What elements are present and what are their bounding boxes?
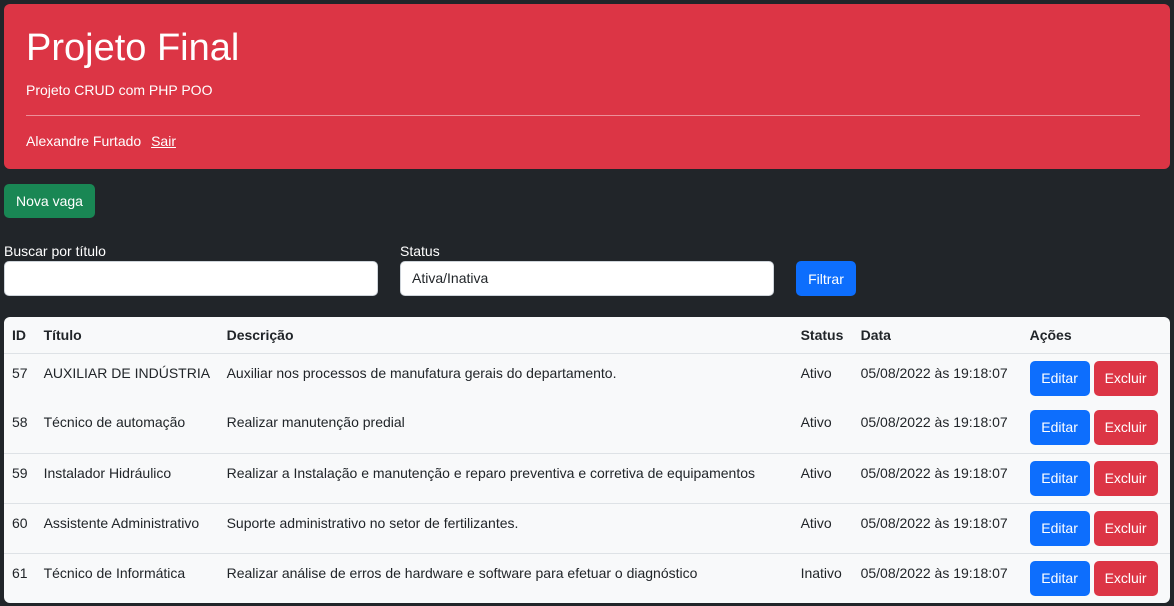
edit-button[interactable]: Editar [1029, 360, 1090, 396]
user-name: Alexandre Furtado [26, 133, 142, 149]
new-vacancy-button[interactable]: Nova vaga [4, 184, 95, 218]
table-header-row: ID Título Descrição Status Data Ações [4, 317, 1170, 354]
cell-actions: Editar Excluir [1021, 403, 1170, 454]
column-header-title: Título [35, 317, 219, 354]
logout-link[interactable]: Sair [151, 133, 176, 149]
edit-button[interactable]: Editar [1029, 410, 1090, 445]
cell-description: Realizar a Instalação e manutenção e rep… [218, 453, 793, 504]
search-input[interactable] [4, 261, 378, 296]
header-divider [26, 115, 1140, 116]
cell-id: 57 [12, 364, 28, 381]
page-title: Projeto Final [26, 27, 240, 69]
delete-button[interactable]: Excluir [1093, 560, 1158, 596]
cell-id: 60 [4, 503, 36, 554]
cell-status: Inativo [800, 564, 842, 581]
cell-date: 05/08/2022 às 19:18:07 [852, 403, 1022, 454]
page-header: Projeto Final Projeto CRUD com PHP POO A… [4, 4, 1170, 169]
cell-actions: Editar Excluir [1022, 353, 1170, 403]
delete-button[interactable]: Excluir [1093, 510, 1158, 546]
filter-button[interactable]: Filtrar [796, 261, 856, 296]
cell-status: Ativo [792, 453, 853, 504]
column-header-date: Data [852, 317, 1022, 354]
column-header-actions: Ações [1021, 317, 1170, 354]
user-info: Alexandre Furtado Sair [26, 133, 1148, 149]
cell-id: 59 [4, 453, 36, 504]
column-header-description: Descrição [218, 317, 793, 354]
edit-button[interactable]: Editar [1029, 460, 1090, 496]
table-row: 57 AUXILIAR DE INDÚSTRIA Auxiliar nos pr… [4, 353, 1170, 403]
cell-title: Instalador Hidráulico [35, 453, 219, 504]
cell-date: 05/08/2022 às 19:18:07 [852, 453, 1022, 504]
delete-button[interactable]: Excluir [1093, 460, 1158, 496]
edit-button[interactable]: Editar [1029, 510, 1090, 546]
cell-title: Técnico de Informática [43, 564, 186, 581]
table-row: 58 Técnico de automação Realizar manuten… [4, 403, 1170, 454]
cell-status: Ativo [792, 503, 853, 554]
cell-actions: Editar Excluir [1021, 453, 1170, 504]
table-row: 59 Instalador Hidráulico Realizar a Inst… [4, 453, 1170, 504]
vacancies-table: ID Título Descrição Status Data Ações 57… [4, 317, 1170, 603]
cell-title: Técnico de automação [35, 403, 219, 454]
status-select[interactable]: Ativa/Inativa [400, 261, 774, 296]
table-row: 60 Assistente Administrativo Suporte adm… [4, 503, 1170, 554]
status-label: Status [400, 243, 440, 259]
cell-description: Auxiliar nos processos de manufatura ger… [226, 364, 617, 381]
cell-description: Realizar análise de erros de hardware e … [226, 564, 698, 581]
cell-id: 58 [4, 403, 36, 454]
cell-status: Ativo [800, 364, 832, 381]
cell-title: Assistente Administrativo [35, 503, 219, 554]
cell-actions: Editar Excluir [1021, 503, 1170, 554]
cell-id: 61 [12, 564, 28, 581]
cell-status: Ativo [792, 403, 853, 454]
page-subtitle: Projeto CRUD com PHP POO [26, 82, 213, 98]
column-header-id: ID [4, 317, 36, 354]
cell-description: Realizar manutenção predial [218, 403, 793, 454]
cell-title: AUXILIAR DE INDÚSTRIA [43, 364, 211, 381]
delete-button[interactable]: Excluir [1093, 410, 1158, 445]
cell-date: 05/08/2022 às 19:18:07 [860, 564, 1008, 581]
cell-actions: Editar Excluir [1022, 553, 1170, 603]
column-header-status: Status [792, 317, 853, 354]
cell-date: 05/08/2022 às 19:18:07 [852, 503, 1022, 554]
edit-button[interactable]: Editar [1029, 560, 1090, 596]
cell-date: 05/08/2022 às 19:18:07 [860, 364, 1008, 381]
table-row: 61 Técnico de Informática Realizar análi… [4, 553, 1170, 603]
cell-description: Suporte administrativo no setor de ferti… [218, 503, 793, 554]
delete-button[interactable]: Excluir [1093, 360, 1158, 396]
search-label: Buscar por título [4, 243, 106, 259]
